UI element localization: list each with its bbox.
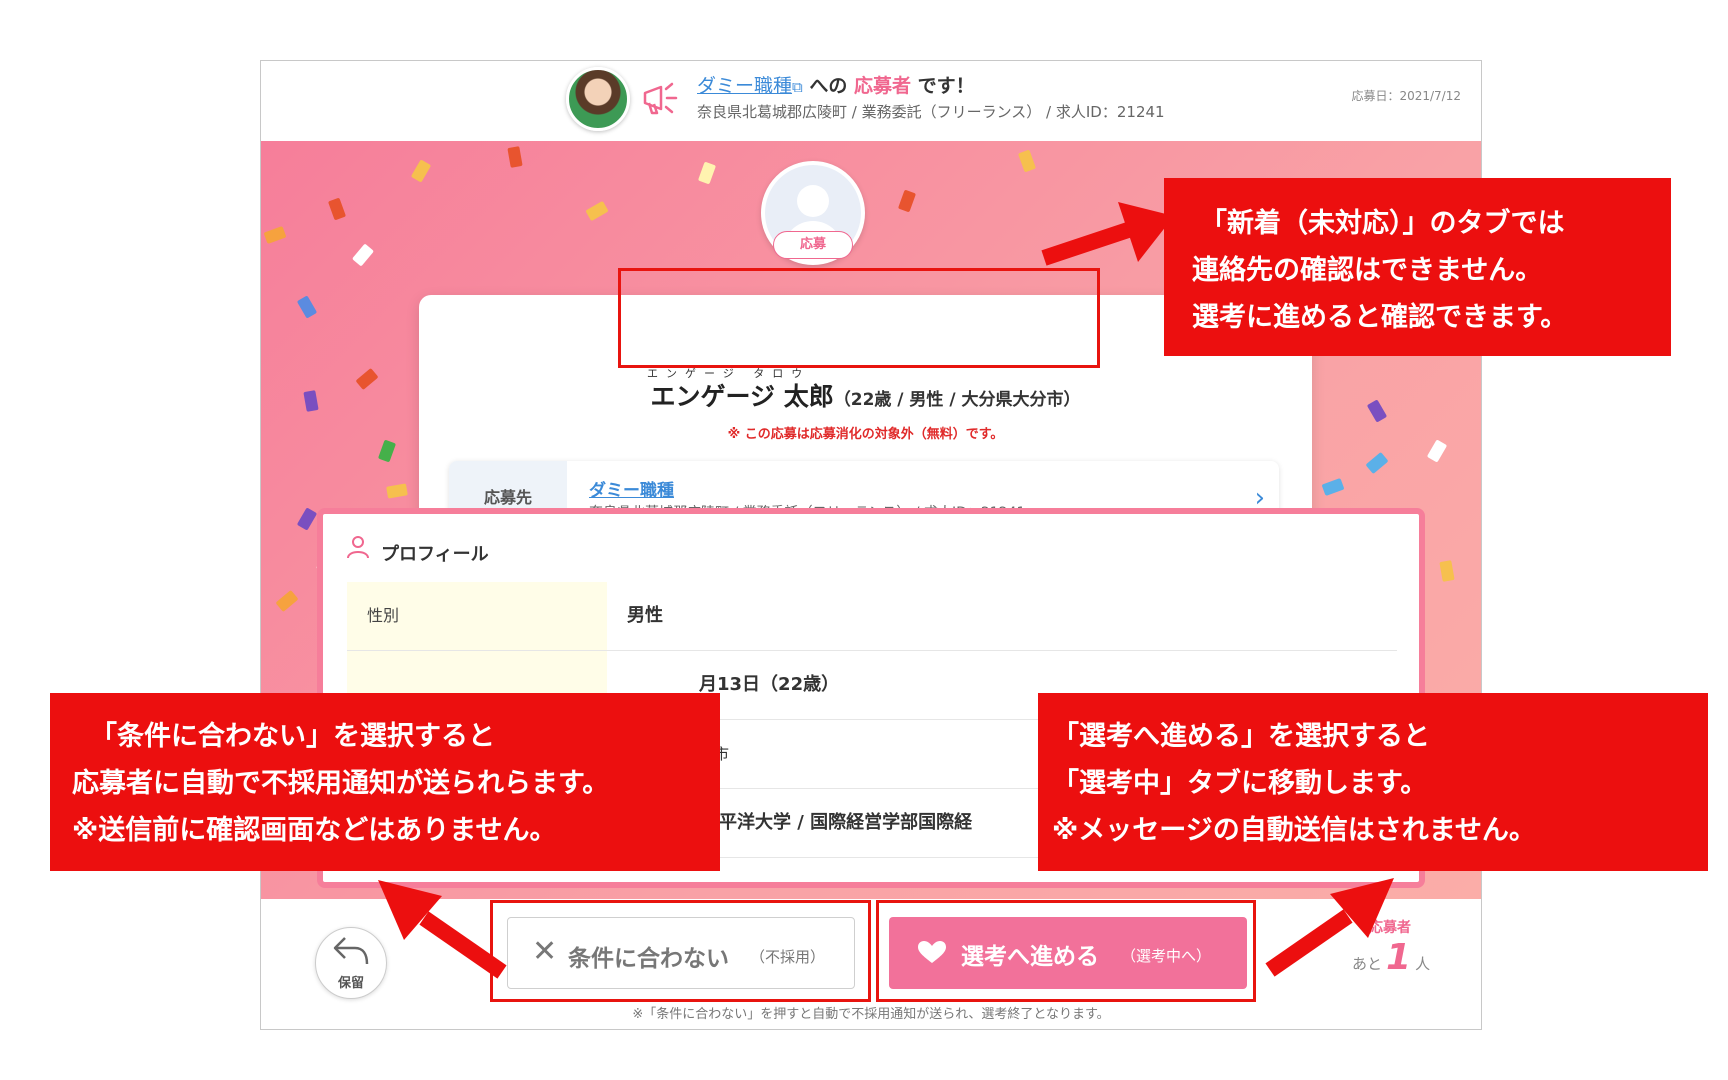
header: ダミー職種⧉ への 応募者 です！ 奈良県北葛城郡広陵町 / 業務委託（フリーラ… [261, 61, 1481, 141]
confetti [897, 189, 917, 213]
confetti [275, 589, 299, 613]
callout-bottom-right: 「選考へ進める」を選択すると 「選考中」タブに移動します。 ※メッセージの自動送… [1038, 693, 1708, 871]
confetti [1321, 477, 1345, 497]
confetti [1366, 399, 1388, 423]
callout-bottom-left: 「条件に合わない」を選択すると 応募者に自動で不採用通知が送られらます。 ※送信… [50, 693, 720, 871]
confetti [351, 243, 375, 267]
confetti [1426, 439, 1448, 463]
callout-line: 応募者に自動で不採用通知が送られらます。 [72, 768, 610, 799]
profile-title: プロフィール [381, 544, 489, 565]
header-title-end: です！ [917, 75, 975, 97]
header-subtitle: 奈良県北葛城郡広陵町 / 業務委託（フリーランス） / 求人ID：21241 [697, 103, 1165, 121]
header-job-link[interactable]: ダミー職種 [697, 75, 792, 97]
destination-job-link[interactable]: ダミー職種 [589, 476, 674, 501]
candidate-meta: （22歳 / 男性 / 大分県大分市） [833, 390, 1081, 410]
free-application-notice: ※ この応募は応募消化の対象外（無料）です。 [727, 427, 1004, 442]
profile-key: 性別 [347, 582, 607, 650]
header-title-highlight: 応募者 [854, 75, 912, 97]
confetti [1017, 149, 1037, 173]
chevron-down-icon[interactable] [785, 471, 811, 497]
header-title: ダミー職種⧉ への 応募者 です！ [697, 71, 975, 98]
confetti [327, 197, 347, 221]
profile-value: 月13日（22歳） [699, 674, 840, 695]
undo-arrow-icon [333, 937, 369, 965]
candidate-name: エンゲージ 太郎 [650, 382, 834, 411]
confetti [303, 390, 319, 412]
confetti [386, 483, 408, 499]
person-icon [347, 536, 369, 559]
remaining-suffix: 人 [1415, 955, 1431, 973]
confetti [355, 367, 379, 391]
confetti [377, 439, 397, 463]
highlight-box-advance [876, 900, 1256, 1002]
table-row: 性別 男性 [347, 582, 1397, 651]
external-link-icon: ⧉ [792, 78, 803, 96]
callout-line: 「新着（未対応）」のタブでは [1200, 208, 1565, 239]
arrow-icon [378, 880, 507, 979]
callout-line: ※メッセージの自動送信はされません。 [1052, 815, 1536, 846]
callout-line: 「選考へ進める」を選択すると [1052, 721, 1430, 752]
highlight-box-reject [490, 900, 871, 1002]
candidate-name-line: エンゲージ 太郎（22歳 / 男性 / 大分県大分市） [419, 377, 1312, 413]
confetti [585, 200, 609, 222]
callout-line: 「条件に合わない」を選択すると [90, 721, 495, 752]
confetti [410, 159, 432, 183]
confetti [507, 146, 523, 168]
callout-line: ※送信前に確認画面などはありません。 [72, 815, 557, 846]
application-badge: 応募 [773, 231, 853, 259]
footnote: ※「条件に合わない」を押すと自動で不採用通知が送られ、選考終了となります。 [632, 1007, 1110, 1022]
callout-line: 連絡先の確認はできません。 [1192, 255, 1543, 286]
confetti [1365, 451, 1389, 475]
profile-value: 男性 [627, 605, 663, 626]
callout-top-right: 「新着（未対応）」のタブでは 連絡先の確認はできません。 選考に進めると確認でき… [1164, 178, 1671, 356]
confetti [1439, 560, 1455, 582]
megaphone-icon [643, 82, 678, 115]
arrow-icon [1041, 202, 1174, 266]
callout-line: 選考に進めると確認できます。 [1192, 302, 1568, 333]
arrow-icon [1265, 878, 1394, 977]
callout-line: 「選考中」タブに移動します。 [1052, 768, 1428, 799]
confetti [697, 161, 717, 185]
applied-date: 応募日：2021/7/12 [1351, 89, 1461, 103]
confetti [263, 225, 287, 245]
highlight-box-candidate [618, 268, 1100, 368]
confetti [296, 295, 318, 319]
header-title-mid: への [809, 75, 848, 97]
confetti [296, 507, 318, 531]
recruiter-avatar [566, 67, 630, 131]
